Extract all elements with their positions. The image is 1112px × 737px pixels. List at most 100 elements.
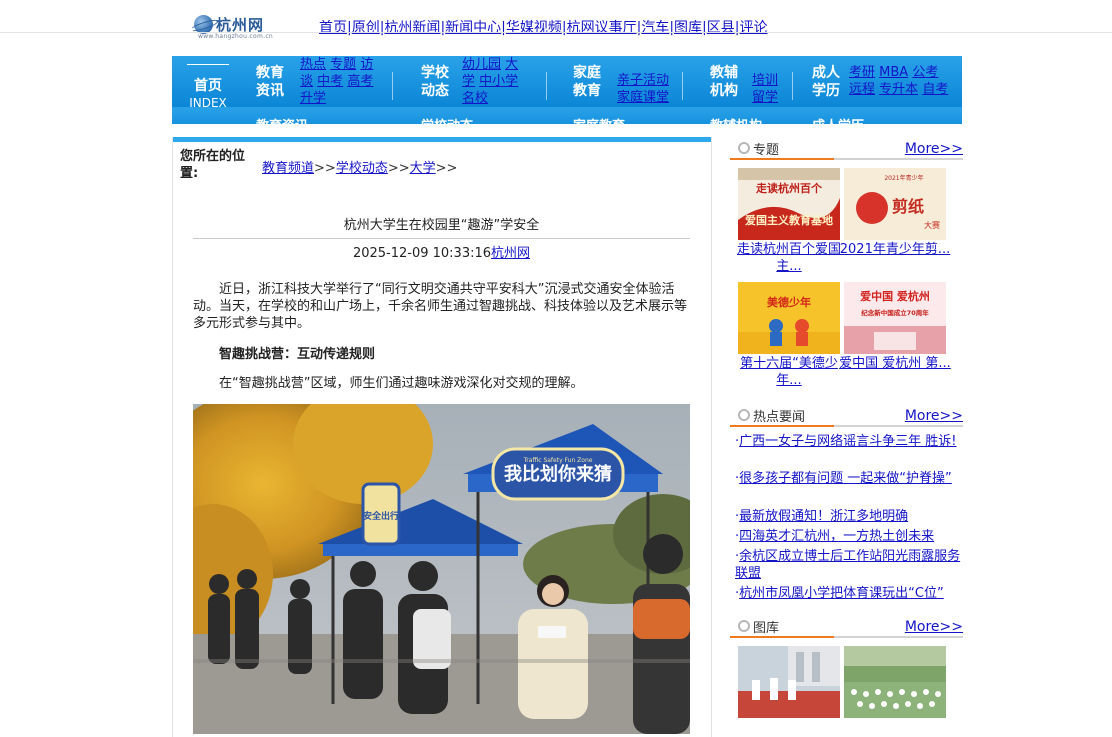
topnav-gallery[interactable]: 图库 [674, 20, 702, 36]
overflow-title-school: 学校动态 [421, 115, 473, 124]
hot-news-item[interactable]: ·最新放假通知！浙江多地明确 [735, 508, 963, 525]
top-bar: 杭州网 www.hangzhou.com.cn 首页|原创|杭州新闻|新闻中心|… [0, 0, 1112, 40]
nav-group-school-title[interactable]: 学校动态 [419, 64, 451, 100]
article-paragraph: 近日，浙江科技大学举行了“同行文明交通共守平安科大”沉浸式交通安全体验活动。当天… [193, 282, 688, 331]
nav-group-news-title[interactable]: 教育资讯 [254, 64, 286, 100]
topnav-original[interactable]: 原创 [352, 20, 380, 36]
site-logo[interactable]: 杭州网 www.hangzhou.com.cn [172, 6, 273, 40]
nav-group-school-links: 幼儿园 大学 中小学 名校 [462, 56, 522, 107]
special-thumb-3[interactable]: 美德少年 [738, 282, 840, 354]
special-caption-4[interactable]: 爱中国 爱杭州 第... [836, 355, 954, 372]
photo-banner-text: 我比划你来猜 [504, 463, 612, 485]
special-section-header: 专题 More>> [730, 137, 963, 163]
nav-link-mba[interactable]: MBA [879, 65, 908, 80]
hot-news-item[interactable]: ·余杭区成立博士后工作站阳光雨露服务联盟 [735, 548, 963, 582]
overflow-title-news: 教育资讯 [256, 115, 308, 124]
article-top-bar [173, 137, 711, 142]
nav-divider [392, 72, 393, 100]
topnav-hz-news[interactable]: 杭州新闻 [384, 20, 440, 36]
school-exercise-image [844, 646, 946, 718]
hot-news-item[interactable]: ·杭州市凤凰小学把体育课玩出“C位” [735, 585, 963, 602]
topnav-district[interactable]: 区县 [707, 20, 735, 36]
gallery-more-link[interactable]: More>> [905, 619, 963, 635]
topnav-video[interactable]: 华媒视频 [506, 20, 562, 36]
nav-link-special[interactable]: 专题 [330, 57, 356, 72]
channel-nav-overflow: 教育资讯 学校动态 家庭教育 教辅机构 成人学历 [172, 107, 962, 124]
svg-text:纪念新中国成立70周年: 纪念新中国成立70周年 [861, 308, 929, 317]
nav-link-training[interactable]: 培训 [752, 73, 778, 88]
nav-link-zhuanshengben[interactable]: 专升本 [879, 82, 918, 97]
nav-link-hot[interactable]: 热点 [300, 57, 326, 72]
nav-link-gaokao[interactable]: 高考 [347, 74, 373, 89]
circle-icon [738, 142, 750, 154]
hot-section-title: 热点要闻 [753, 410, 806, 425]
nav-divider [546, 72, 547, 100]
special-caption-3[interactable]: 第十六届“美德少年... [730, 355, 848, 389]
overflow-title-adult: 成人学历 [812, 115, 864, 124]
article-meta: 2025-12-09 10:33:16杭州网 [193, 242, 690, 261]
nav-link-gongkao[interactable]: 公考 [912, 65, 938, 80]
article-source[interactable]: 杭州网 [491, 246, 530, 261]
article-panel: 您所在的位置: 教育频道>>学校动态>>大学>> 杭州大学生在校园里“趣游”学安… [172, 137, 712, 737]
circle-icon [738, 409, 750, 421]
nav-divider [682, 72, 683, 100]
nav-link-shengxue[interactable]: 升学 [300, 91, 326, 106]
gallery-section-title: 图库 [753, 621, 780, 636]
svg-text:美德少年: 美德少年 [767, 295, 811, 309]
svg-text:2021年青少年: 2021年青少年 [884, 174, 923, 182]
nav-link-abroad[interactable]: 留学 [752, 90, 778, 105]
special-thumb-1[interactable]: 走读杭州百个 爱国主义教育基地 [738, 168, 840, 240]
nav-link-zhongkao[interactable]: 中考 [317, 74, 343, 89]
top-divider [0, 32, 1112, 33]
nav-link-famous[interactable]: 名校 [462, 91, 488, 106]
breadcrumb-school[interactable]: 学校动态 [336, 161, 388, 176]
nav-link-parent-child[interactable]: 亲子活动 [617, 73, 669, 88]
topnav-comment[interactable]: 评论 [739, 20, 767, 36]
nav-group-family-links: 亲子活动 家庭课堂 [617, 72, 677, 106]
patriotic-base-image: 走读杭州百个 爱国主义教育基地 [738, 168, 840, 240]
special-caption-2[interactable]: 2021年青少年剪... [836, 241, 954, 258]
topnav-forum[interactable]: 杭网议事厅 [567, 20, 637, 36]
nav-group-family-title[interactable]: 家庭教育 [571, 64, 603, 100]
special-caption-1[interactable]: 走读杭州百个爱国主... [730, 241, 848, 275]
gallery-thumb-2[interactable] [844, 646, 946, 718]
papercut-contest-image: 2021年青少年 剪纸 大赛 [844, 168, 946, 240]
hot-news-item[interactable]: ·四海英才汇杭州，一方热土创未来 [735, 528, 963, 545]
nav-link-family-class[interactable]: 家庭课堂 [617, 90, 669, 105]
hot-more-link[interactable]: More>> [905, 408, 963, 424]
hot-news-item[interactable]: ·很多孩子都有问题 一起来做“护脊操” [735, 470, 963, 487]
breadcrumb-edu[interactable]: 教育频道 [262, 161, 314, 176]
channel-home[interactable]: 首页 INDEX [187, 64, 229, 107]
breadcrumb: 教育频道>>学校动态>>大学>> [262, 161, 458, 176]
nav-link-kindergarten[interactable]: 幼儿园 [462, 57, 501, 72]
overflow-title-tutor: 教辅机构 [710, 115, 762, 124]
love-china-image: 爱中国 爱杭州 纪念新中国成立70周年 [844, 282, 946, 354]
breadcrumb-university[interactable]: 大学 [410, 161, 436, 176]
article-datetime: 2025-12-09 10:33:16 [352, 246, 492, 261]
topnav-home[interactable]: 首页 [319, 20, 347, 36]
nav-link-kaoyan[interactable]: 考研 [849, 65, 875, 80]
nav-group-adult-title[interactable]: 成人学历 [810, 64, 842, 100]
logo-domain: www.hangzhou.com.cn [198, 33, 274, 40]
channel-nav: 首页 INDEX 教育资讯 热点 专题 访谈 中考 高考 升学 学校动态 幼儿园… [172, 56, 962, 107]
nav-link-k12[interactable]: 中小学 [479, 74, 518, 89]
special-more-link[interactable]: More>> [905, 141, 963, 157]
gallery-section-header: 图库 More>> [730, 615, 963, 641]
nav-link-zikao[interactable]: 自考 [922, 82, 948, 97]
topnav-news-center[interactable]: 新闻中心 [445, 20, 501, 36]
article-subhead: 智趣挑战营：互动传递规则 [219, 347, 376, 362]
special-thumb-4[interactable]: 爱中国 爱杭州 纪念新中国成立70周年 [844, 282, 946, 354]
topnav-auto[interactable]: 汽车 [641, 20, 669, 36]
hot-news-item[interactable]: ·广西一女子与网络谣言斗争三年 胜诉! [735, 433, 963, 450]
virtue-youth-image: 美德少年 [738, 282, 840, 354]
special-section-title: 专题 [753, 143, 780, 158]
nav-link-remote[interactable]: 远程 [849, 82, 875, 97]
svg-text:剪纸: 剪纸 [892, 197, 924, 216]
special-thumb-2[interactable]: 2021年青少年 剪纸 大赛 [844, 168, 946, 240]
gallery-thumb-1[interactable] [738, 646, 840, 718]
article-divider [193, 238, 690, 239]
article-title: 杭州大学生在校园里“趣游”学安全 [343, 218, 540, 233]
svg-text:走读杭州百个: 走读杭州百个 [755, 181, 823, 195]
nav-group-tutor-title[interactable]: 教辅机构 [708, 64, 740, 100]
sports-parade-image [738, 646, 840, 718]
